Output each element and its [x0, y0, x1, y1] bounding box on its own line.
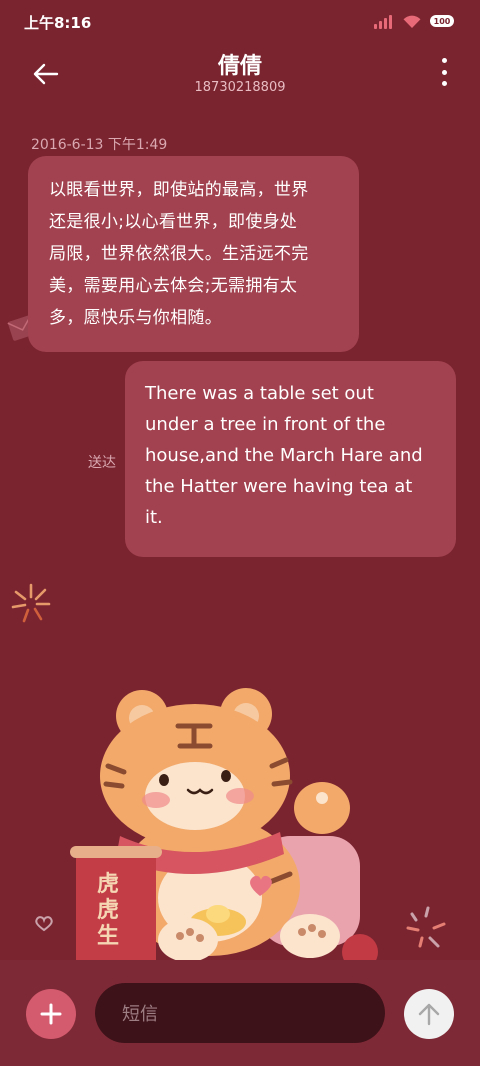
add-attachment-button[interactable] — [26, 989, 76, 1039]
contact-name[interactable]: 倩倩 — [0, 48, 480, 80]
message-line: 还是很小;以心看世界，即使身处 — [49, 212, 298, 232]
contact-phone-number: 18730218809 — [194, 80, 286, 95]
arrow-up-icon — [418, 1003, 440, 1026]
message-line: house,and the March Hare and — [145, 445, 423, 466]
message-input-placeholder: 短信 — [122, 1004, 158, 1025]
scroll-banner-text: 虎虎生 — [96, 872, 119, 949]
sparkle-decoration-icon — [406, 906, 446, 948]
wifi-icon — [402, 14, 422, 29]
status-icons: 100 — [374, 13, 454, 29]
message-input[interactable]: 短信 — [95, 983, 385, 1043]
composer-bar: 短信 — [0, 960, 480, 1066]
message-line: the Hatter were having tea at — [145, 476, 413, 497]
incoming-message-bubble[interactable]: 以眼看世界，即使站的最高，世界 还是很小;以心看世界，即使身处 局限，世界依然很… — [28, 156, 359, 352]
message-line: under a tree in front of the — [145, 414, 386, 435]
plus-icon — [40, 1003, 62, 1025]
status-bar: 上午8:16 100 — [0, 0, 480, 44]
message-line: it. — [145, 507, 163, 528]
message-line: 局限，世界依然很大。生活远不完 — [49, 244, 309, 264]
send-button[interactable] — [404, 989, 454, 1039]
battery-icon: 100 — [430, 15, 454, 27]
message-line: 美，需要用心去体会;无需拥有太 — [49, 276, 298, 296]
more-vertical-icon — [441, 58, 447, 63]
outgoing-message-bubble[interactable]: There was a table set out under a tree i… — [125, 361, 456, 557]
more-options-button[interactable] — [438, 58, 450, 86]
firework-decoration-icon — [11, 583, 51, 623]
signal-icon — [374, 13, 394, 29]
status-time: 上午8:16 — [24, 14, 92, 32]
message-line: 以眼看世界，即使站的最高，世界 — [49, 180, 309, 200]
conversation-header: 倩倩 18730218809 — [0, 44, 480, 104]
message-timestamp: 2016-6-13 下午1:49 — [31, 137, 168, 153]
message-line: There was a table set out — [145, 383, 374, 404]
heart-decoration-icon — [35, 916, 53, 932]
message-line: 多，愿快乐与你相随。 — [49, 308, 222, 328]
delivery-status: 送达 — [88, 455, 116, 471]
battery-level: 100 — [433, 16, 451, 26]
